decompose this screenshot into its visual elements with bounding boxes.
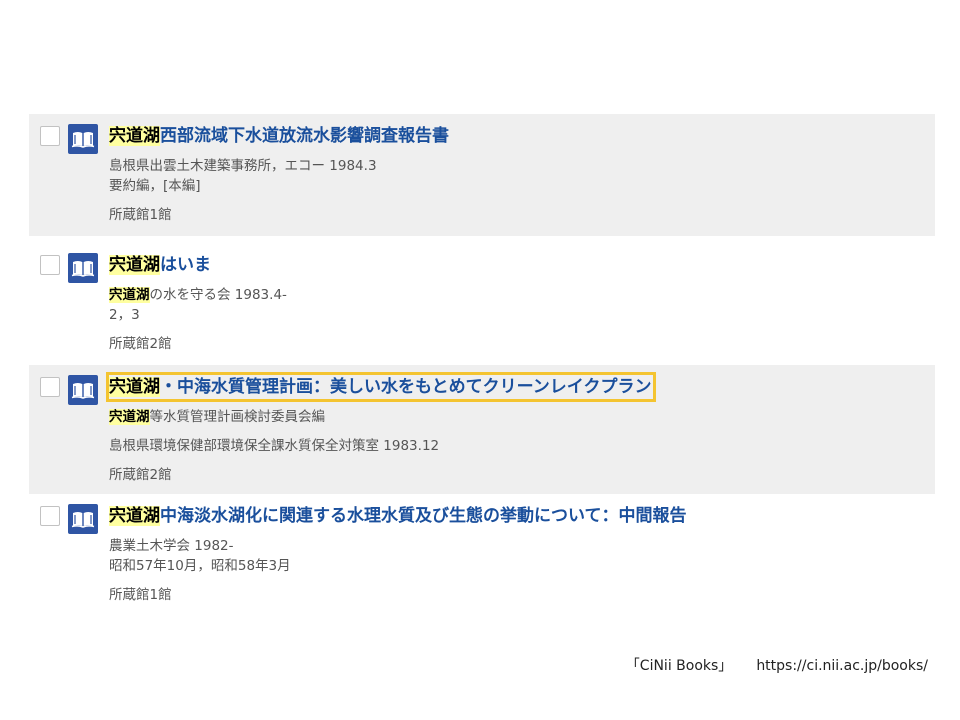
title-text: 西部流域下水道放流水影響調査報告書 bbox=[160, 126, 449, 146]
source-credit: 「CiNii Books」 https://ci.nii.ac.jp/books/ bbox=[626, 655, 928, 675]
publisher-text: 島根県出雲土木建築事務所，エコー 1984.3 bbox=[109, 158, 377, 174]
select-checkbox[interactable] bbox=[40, 506, 60, 526]
result-title-link[interactable]: 宍道湖中海淡水湖化に関連する水理水質及び生態の挙動について：中間報告 bbox=[109, 504, 689, 528]
result-title-link[interactable]: 宍道湖西部流域下水道放流水影響調査報告書 bbox=[109, 124, 451, 148]
title-keyword-highlight: 宍道湖 bbox=[109, 377, 160, 397]
result-meta: 宍道湖等水質管理計画検討委員会編 島根県環境保健部環境保全課水質保全対策室 19… bbox=[109, 407, 935, 456]
result-row: 宍道湖はいま 宍道湖の水を守る会 1983.4- 2，3 所蔵館2館 bbox=[29, 243, 935, 365]
book-icon bbox=[68, 124, 98, 154]
title-keyword-highlight: 宍道湖 bbox=[109, 255, 160, 275]
title-text: 中海淡水湖化に関連する水理水質及び生態の挙動について：中間報告 bbox=[160, 506, 687, 526]
select-checkbox[interactable] bbox=[40, 377, 60, 397]
result-title-link[interactable]: 宍道湖・中海水質管理計画：美しい水をもとめてクリーンレイクプラン bbox=[105, 372, 657, 402]
select-checkbox[interactable] bbox=[40, 255, 60, 275]
source-url: https://ci.nii.ac.jp/books/ bbox=[756, 658, 928, 674]
meta-line: 昭和57年10月，昭和58年3月 bbox=[109, 558, 291, 574]
result-title-link[interactable]: 宍道湖はいま bbox=[109, 253, 213, 277]
title-text: はいま bbox=[160, 255, 211, 275]
holding-count: 所蔵館1館 bbox=[109, 587, 172, 603]
result-meta: 宍道湖の水を守る会 1983.4- 2，3 bbox=[109, 285, 935, 325]
book-icon bbox=[68, 504, 98, 534]
holding-count: 所蔵館1館 bbox=[109, 207, 172, 223]
title-keyword-highlight: 宍道湖 bbox=[109, 506, 160, 526]
source-name: 「CiNii Books」 bbox=[625, 658, 733, 674]
meta-keyword-highlight: 宍道湖 bbox=[109, 287, 150, 303]
meta-line: 島根県出雲土木建築事務所，エコー 1984.3 bbox=[109, 156, 935, 176]
meta-keyword-highlight: 宍道湖 bbox=[109, 409, 150, 425]
search-results-list: 宍道湖西部流域下水道放流水影響調査報告書 島根県出雲土木建築事務所，エコー 19… bbox=[29, 114, 935, 616]
title-keyword-highlight: 宍道湖 bbox=[109, 126, 160, 146]
book-icon bbox=[68, 253, 98, 283]
book-icon bbox=[68, 375, 98, 405]
result-row: 宍道湖・中海水質管理計画：美しい水をもとめてクリーンレイクプラン 宍道湖等水質管… bbox=[29, 365, 935, 494]
meta-line: 宍道湖の水を守る会 1983.4- bbox=[109, 285, 935, 305]
result-row: 宍道湖中海淡水湖化に関連する水理水質及び生態の挙動について：中間報告 農業土木学… bbox=[29, 494, 935, 616]
meta-line: 農業土木学会 1982- bbox=[109, 536, 935, 556]
meta-line: 2，3 bbox=[109, 307, 140, 323]
holding-count: 所蔵館2館 bbox=[109, 467, 172, 483]
meta-line: 宍道湖等水質管理計画検討委員会編 bbox=[109, 407, 935, 427]
holding-count: 所蔵館2館 bbox=[109, 336, 172, 352]
publisher-text: の水を守る会 1983.4- bbox=[149, 287, 287, 303]
meta-line: 島根県環境保健部環境保全課水質保全対策室 1983.12 bbox=[109, 438, 440, 454]
result-meta: 農業土木学会 1982- 昭和57年10月，昭和58年3月 bbox=[109, 536, 935, 576]
result-row: 宍道湖西部流域下水道放流水影響調査報告書 島根県出雲土木建築事務所，エコー 19… bbox=[29, 114, 935, 236]
author-text: 等水質管理計画検討委員会編 bbox=[149, 409, 326, 425]
meta-line: 要約編，[本編] bbox=[109, 178, 201, 194]
publisher-text: 農業土木学会 1982- bbox=[109, 538, 234, 554]
result-meta: 島根県出雲土木建築事務所，エコー 1984.3 要約編，[本編] bbox=[109, 156, 935, 196]
row-divider bbox=[29, 236, 935, 243]
title-text: ・中海水質管理計画：美しい水をもとめてクリーンレイクプラン bbox=[160, 377, 652, 397]
select-checkbox[interactable] bbox=[40, 126, 60, 146]
